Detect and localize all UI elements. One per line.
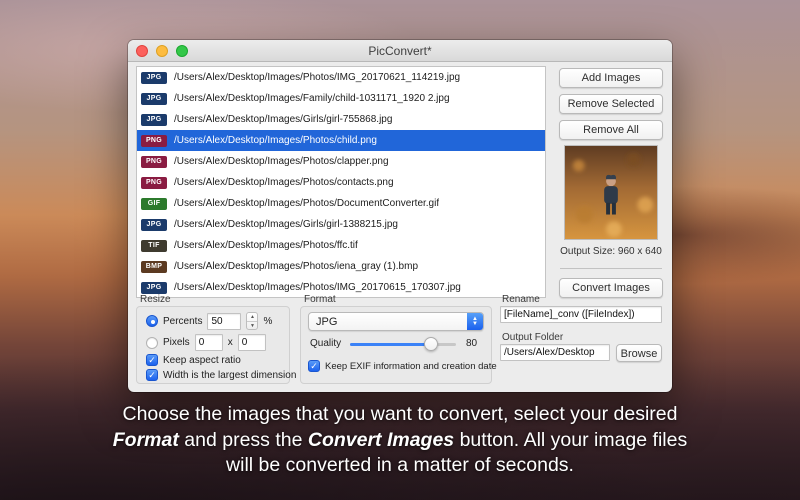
file-path: /Users/Alex/Desktop/Images/Photos/child.… [174,135,377,146]
file-row[interactable]: PNG/Users/Alex/Desktop/Images/Photos/cla… [137,151,545,172]
zoom-button[interactable] [176,45,188,57]
output-folder-field[interactable] [500,344,610,361]
file-type-badge: BMP [141,260,167,273]
quality-slider-knob[interactable] [423,337,438,351]
window-title: PicConvert* [368,44,432,58]
file-type-badge: JPG [141,218,167,231]
file-type-badge: PNG [141,176,167,189]
file-path: /Users/Alex/Desktop/Images/Photos/contac… [174,177,394,188]
minimize-button[interactable] [156,45,168,57]
file-row[interactable]: BMP/Users/Alex/Desktop/Images/Photos/ien… [137,256,545,277]
pixels-width-field[interactable] [194,334,223,351]
format-group-label: Format [304,294,336,305]
file-type-badge: GIF [141,197,167,210]
caption: Choose the images that you want to conve… [0,402,800,479]
file-path: /Users/Alex/Desktop/Images/Photos/ffc.ti… [174,240,358,251]
file-type-badge: JPG [141,71,167,84]
width-largest-checkbox[interactable]: ✓ [146,369,158,381]
file-path: /Users/Alex/Desktop/Images/Photos/iena_g… [174,261,418,272]
format-dropdown[interactable]: JPG ▲ ▼ [308,312,484,331]
quality-slider-fill [350,343,435,346]
pixels-radio[interactable] [146,336,158,349]
file-path: /Users/Alex/Desktop/Images/Family/child-… [174,93,450,104]
percents-label: Percents [163,315,203,327]
file-row[interactable]: PNG/Users/Alex/Desktop/Images/Photos/chi… [137,130,545,151]
percents-value-field[interactable] [207,312,242,330]
percent-sign-label: % [263,315,273,327]
percents-radio[interactable] [146,315,158,327]
remove-selected-button[interactable]: Remove Selected [559,94,663,114]
file-path: /Users/Alex/Desktop/Images/Photos/IMG_20… [174,282,461,293]
quality-value: 80 [466,338,478,349]
output-size-label: Output Size: 960 x 640 [560,246,662,257]
caption-line: Choose the images that you want to conve… [122,403,678,425]
browse-button[interactable]: Browse [616,344,662,362]
add-images-button[interactable]: Add Images [559,68,663,88]
stepper-down-icon: ▼ [249,323,255,329]
file-row[interactable]: GIF/Users/Alex/Desktop/Images/Photos/Doc… [137,193,545,214]
popup-arrows-icon: ▲ ▼ [467,313,483,330]
image-preview [564,145,658,240]
stepper-up-icon: ▲ [247,313,258,322]
rename-field[interactable] [500,306,662,323]
file-row[interactable]: JPG/Users/Alex/Desktop/Images/Girls/girl… [137,109,545,130]
file-path: /Users/Alex/Desktop/Images/Girls/girl-75… [174,114,393,125]
close-button[interactable] [136,45,148,57]
resize-group-label: Resize [140,294,171,305]
file-row[interactable]: JPG/Users/Alex/Desktop/Images/Photos/IMG… [137,67,545,88]
caption-line: Format and press the Convert Images butt… [112,428,688,451]
pixels-label: Pixels [163,337,190,348]
pixels-x-label: x [227,337,233,348]
rename-label: Rename [502,294,540,305]
keep-exif-label: Keep EXIF information and creation date [325,360,497,372]
keep-exif-checkbox[interactable]: ✓ [308,360,320,372]
file-row[interactable]: JPG/Users/Alex/Desktop/Images/Photos/IMG… [137,277,545,297]
file-type-badge: JPG [141,92,167,105]
file-row[interactable]: JPG/Users/Alex/Desktop/Images/Family/chi… [137,88,545,109]
panel-divider [560,268,662,269]
file-path: /Users/Alex/Desktop/Images/Photos/clappe… [174,156,389,167]
remove-all-button[interactable]: Remove All [559,120,663,140]
pixels-height-field[interactable] [237,334,266,351]
convert-images-button[interactable]: Convert Images [559,278,663,298]
output-folder-label: Output Folder [502,332,564,343]
keep-aspect-label: Keep aspect ratio [163,354,241,366]
file-type-badge: JPG [141,281,167,294]
file-row[interactable]: TIF/Users/Alex/Desktop/Images/Photos/ffc… [137,235,545,256]
traffic-lights [136,45,188,57]
percents-stepper[interactable]: ▲ ▼ [246,312,259,330]
format-selected-value: JPG [316,315,338,328]
file-path: /Users/Alex/Desktop/Images/Girls/girl-13… [174,219,398,230]
file-type-badge: PNG [141,155,167,168]
file-list[interactable]: JPG/Users/Alex/Desktop/Images/Photos/IMG… [136,66,546,298]
file-type-badge: TIF [141,239,167,252]
keep-aspect-checkbox[interactable]: ✓ [146,354,158,366]
file-type-badge: PNG [141,134,167,147]
file-path: /Users/Alex/Desktop/Images/Photos/IMG_20… [174,72,461,83]
quality-slider[interactable] [350,337,456,351]
app-window: PicConvert* JPG/Users/Alex/Desktop/Image… [128,40,672,392]
file-row[interactable]: JPG/Users/Alex/Desktop/Images/Girls/girl… [137,214,545,235]
file-type-badge: JPG [141,113,167,126]
file-row[interactable]: PNG/Users/Alex/Desktop/Images/Photos/con… [137,172,545,193]
preview-photo [565,146,657,239]
quality-label: Quality [310,338,342,349]
width-largest-label: Width is the largest dimension [163,369,297,381]
caption-line: will be converted in a matter of seconds… [226,454,574,477]
desktop: { "window": { "title": "PicConvert*" }, … [0,0,800,500]
file-path: /Users/Alex/Desktop/Images/Photos/Docume… [174,198,440,209]
window-titlebar[interactable]: PicConvert* [128,40,672,62]
